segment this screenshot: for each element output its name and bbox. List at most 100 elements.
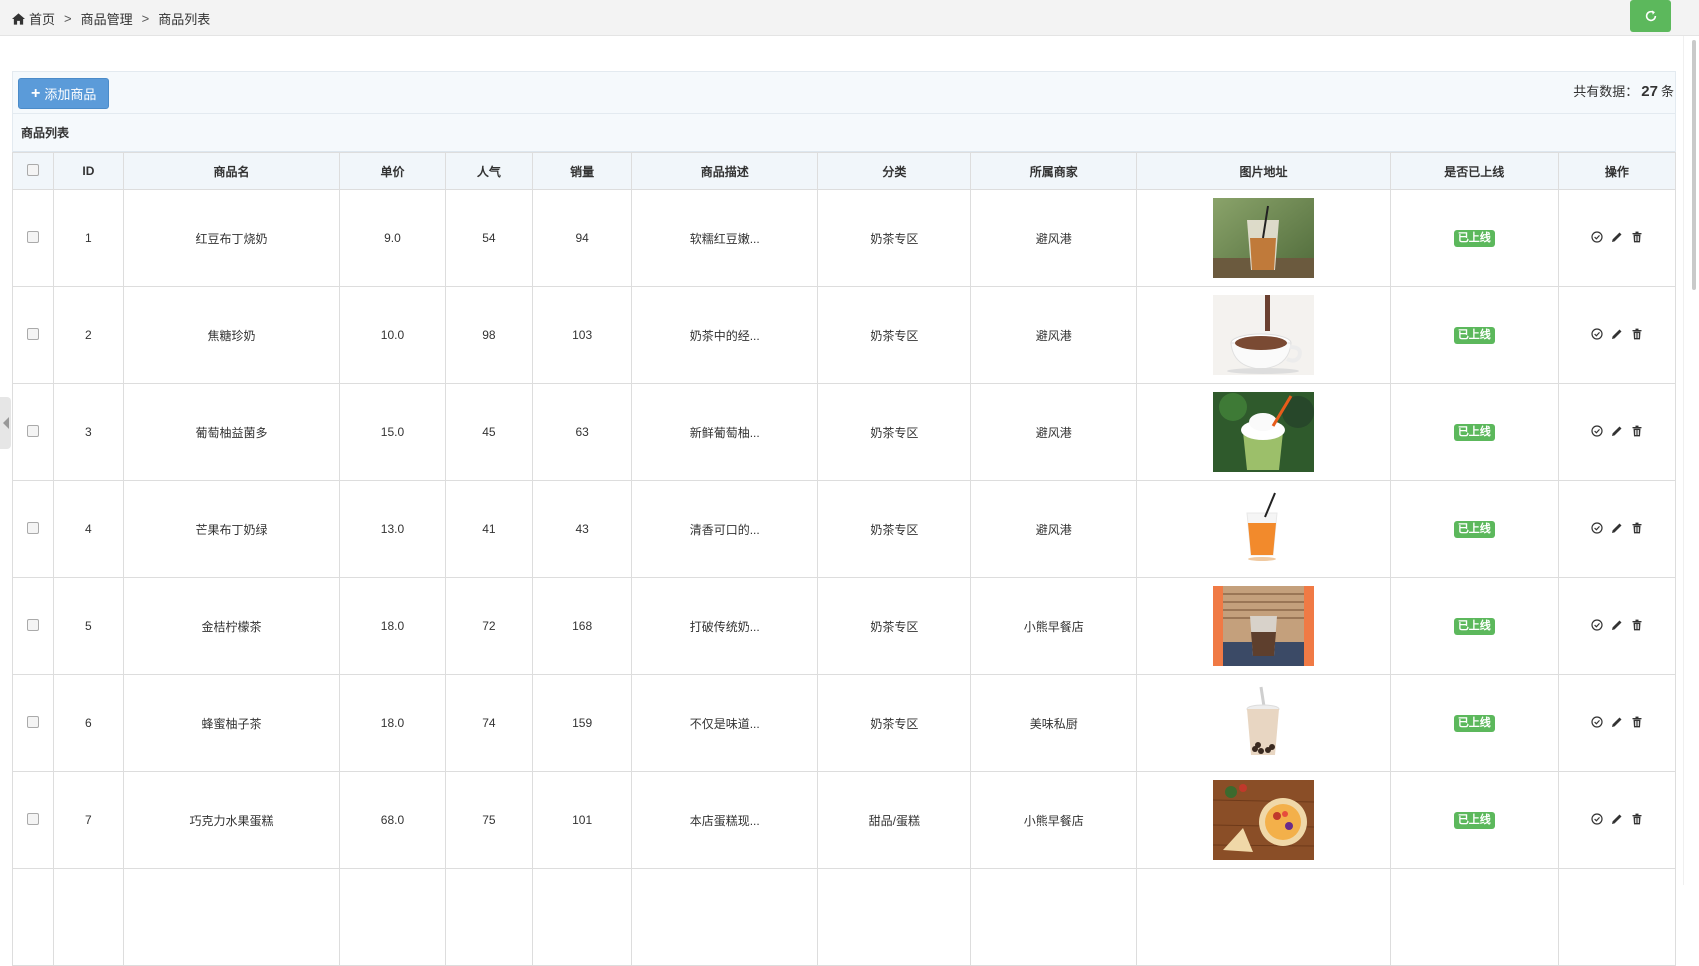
product-status-cell: 已上线 bbox=[1389, 577, 1559, 675]
edit-pencil-icon[interactable] bbox=[1611, 425, 1623, 437]
total-number: 27 bbox=[1641, 83, 1658, 100]
product-image[interactable] bbox=[1212, 683, 1314, 763]
check-circle-icon[interactable] bbox=[1591, 812, 1603, 825]
breadcrumb-level1[interactable]: 商品管理 bbox=[81, 9, 133, 28]
check-circle-icon[interactable] bbox=[1591, 715, 1603, 728]
column-header-price[interactable]: 单价 bbox=[339, 152, 446, 190]
product-image[interactable] bbox=[1212, 780, 1314, 860]
edit-pencil-icon[interactable] bbox=[1611, 619, 1623, 631]
row-actions bbox=[1591, 424, 1643, 437]
product-id-cell: 7 bbox=[53, 771, 124, 869]
product-name-cell: 巧克力水果蛋糕 bbox=[122, 771, 341, 869]
section-title: 商品列表 bbox=[13, 114, 1675, 152]
trash-icon[interactable] bbox=[1631, 328, 1643, 340]
check-circle-icon[interactable] bbox=[1591, 230, 1603, 243]
product-description-cell: 本店蛋糕现... bbox=[630, 771, 819, 869]
column-header-status[interactable]: 是否已上线 bbox=[1389, 152, 1559, 190]
column-header-category[interactable]: 分类 bbox=[817, 152, 972, 190]
total-count: 共有数据： 27 条 bbox=[1573, 81, 1674, 100]
row-select-cell bbox=[11, 480, 55, 578]
row-actions-cell bbox=[1557, 383, 1677, 481]
table-header-row: ID 商品名 单价 人气 销量 商品描述 分类 所属商家 图片地址 是否已上线 … bbox=[11, 152, 1677, 190]
refresh-button[interactable] bbox=[1630, 0, 1671, 32]
table-row[interactable]: 6 蜂蜜柚子茶 18.0 74 159 不仅是味道... 奶茶专区 美味私厨 已上线 bbox=[11, 674, 1677, 772]
column-header-description[interactable]: 商品描述 bbox=[630, 152, 819, 190]
table-row[interactable]: 4 芒果布丁奶绿 13.0 41 43 清香可口的... 奶茶专区 避风港 已上线 bbox=[11, 480, 1677, 578]
product-image[interactable] bbox=[1212, 586, 1314, 666]
table-row[interactable]: 3 葡萄柚益菌多 15.0 45 63 新鲜葡萄柚... 奶茶专区 避风港 已上线 bbox=[11, 383, 1677, 481]
status-badge: 已上线 bbox=[1453, 617, 1495, 635]
table-cell bbox=[122, 868, 341, 966]
check-circle-icon[interactable] bbox=[1591, 521, 1603, 534]
product-panel: + 添加商品 共有数据： 27 条 商品列表 ID 商品名 单价 人气 销量 商品描… bbox=[11, 71, 1677, 966]
trash-icon[interactable] bbox=[1631, 716, 1643, 728]
product-image[interactable] bbox=[1212, 392, 1314, 472]
edit-pencil-icon[interactable] bbox=[1611, 716, 1623, 728]
check-circle-icon[interactable] bbox=[1591, 618, 1603, 631]
select-all-cell bbox=[11, 152, 55, 190]
table-cell bbox=[1557, 868, 1677, 966]
table-row[interactable]: 5 金桔柠檬茶 18.0 72 168 打破传统奶... 奶茶专区 小熊早餐店 已上线 bbox=[11, 577, 1677, 675]
column-header-image[interactable]: 图片地址 bbox=[1136, 152, 1391, 190]
edit-pencil-icon[interactable] bbox=[1611, 231, 1623, 243]
product-table: ID 商品名 单价 人气 销量 商品描述 分类 所属商家 图片地址 是否已上线 … bbox=[11, 152, 1677, 966]
product-image-cell bbox=[1136, 480, 1391, 578]
row-checkbox[interactable] bbox=[27, 230, 40, 243]
row-checkbox[interactable] bbox=[27, 327, 40, 340]
product-category-cell: 甜品/蛋糕 bbox=[817, 771, 972, 869]
sidebar-collapse-toggle[interactable] bbox=[0, 397, 11, 449]
table-row[interactable] bbox=[11, 868, 1677, 966]
column-header-actions: 操作 bbox=[1557, 152, 1677, 190]
column-header-name[interactable]: 商品名 bbox=[122, 152, 341, 190]
product-price-cell: 18.0 bbox=[339, 577, 446, 675]
top-bar: 首页 > 商品管理 > 商品列表 bbox=[0, 0, 1699, 36]
trash-icon[interactable] bbox=[1631, 425, 1643, 437]
row-checkbox[interactable] bbox=[27, 715, 40, 728]
breadcrumb: 首页 > 商品管理 > 商品列表 bbox=[12, 9, 210, 28]
trash-icon[interactable] bbox=[1631, 813, 1643, 825]
row-select-cell bbox=[11, 383, 55, 481]
select-all-checkbox[interactable] bbox=[27, 163, 40, 176]
plus-icon: + bbox=[31, 84, 41, 102]
row-checkbox[interactable] bbox=[27, 812, 40, 825]
table-row[interactable]: 1 红豆布丁烧奶 9.0 54 94 软糯红豆嫩... 奶茶专区 避风港 已上线 bbox=[11, 189, 1677, 287]
product-description-cell: 打破传统奶... bbox=[630, 577, 819, 675]
product-id-cell: 1 bbox=[53, 189, 124, 287]
product-popularity-cell: 98 bbox=[444, 286, 534, 384]
product-image[interactable] bbox=[1212, 198, 1314, 278]
trash-icon[interactable] bbox=[1631, 619, 1643, 631]
edit-pencil-icon[interactable] bbox=[1611, 328, 1623, 340]
edit-pencil-icon[interactable] bbox=[1611, 813, 1623, 825]
table-row[interactable]: 7 巧克力水果蛋糕 68.0 75 101 本店蛋糕现... 甜品/蛋糕 小熊早餐店 已上线 bbox=[11, 771, 1677, 869]
row-actions-cell bbox=[1557, 189, 1677, 287]
column-header-popularity[interactable]: 人气 bbox=[444, 152, 534, 190]
table-cell bbox=[11, 868, 55, 966]
page-scrollbar[interactable] bbox=[1683, 36, 1699, 885]
product-id-cell: 2 bbox=[53, 286, 124, 384]
status-badge: 已上线 bbox=[1453, 811, 1495, 829]
check-circle-icon[interactable] bbox=[1591, 424, 1603, 437]
row-checkbox[interactable] bbox=[27, 618, 40, 631]
table-row[interactable]: 2 焦糖珍奶 10.0 98 103 奶茶中的经... 奶茶专区 避风港 已上线 bbox=[11, 286, 1677, 384]
column-header-sales[interactable]: 销量 bbox=[532, 152, 632, 190]
row-checkbox[interactable] bbox=[27, 521, 40, 534]
row-checkbox[interactable] bbox=[27, 424, 40, 437]
breadcrumb-home[interactable]: 首页 bbox=[29, 9, 55, 28]
page-scrollbar-thumb[interactable] bbox=[1692, 40, 1696, 290]
edit-pencil-icon[interactable] bbox=[1611, 522, 1623, 534]
product-merchant-cell: 小熊早餐店 bbox=[970, 577, 1138, 675]
column-header-id[interactable]: ID bbox=[53, 152, 124, 190]
product-merchant-cell: 美味私厨 bbox=[970, 674, 1138, 772]
trash-icon[interactable] bbox=[1631, 522, 1643, 534]
product-description-cell: 不仅是味道... bbox=[630, 674, 819, 772]
column-header-merchant[interactable]: 所属商家 bbox=[970, 152, 1138, 190]
product-status-cell: 已上线 bbox=[1389, 286, 1559, 384]
chevron-left-icon bbox=[2, 417, 9, 429]
product-image[interactable] bbox=[1212, 489, 1314, 569]
product-image-cell bbox=[1136, 577, 1391, 675]
add-product-button[interactable]: + 添加商品 bbox=[18, 78, 110, 109]
check-circle-icon[interactable] bbox=[1591, 327, 1603, 340]
product-image[interactable] bbox=[1212, 295, 1314, 375]
trash-icon[interactable] bbox=[1631, 231, 1643, 243]
product-category-cell: 奶茶专区 bbox=[817, 286, 972, 384]
